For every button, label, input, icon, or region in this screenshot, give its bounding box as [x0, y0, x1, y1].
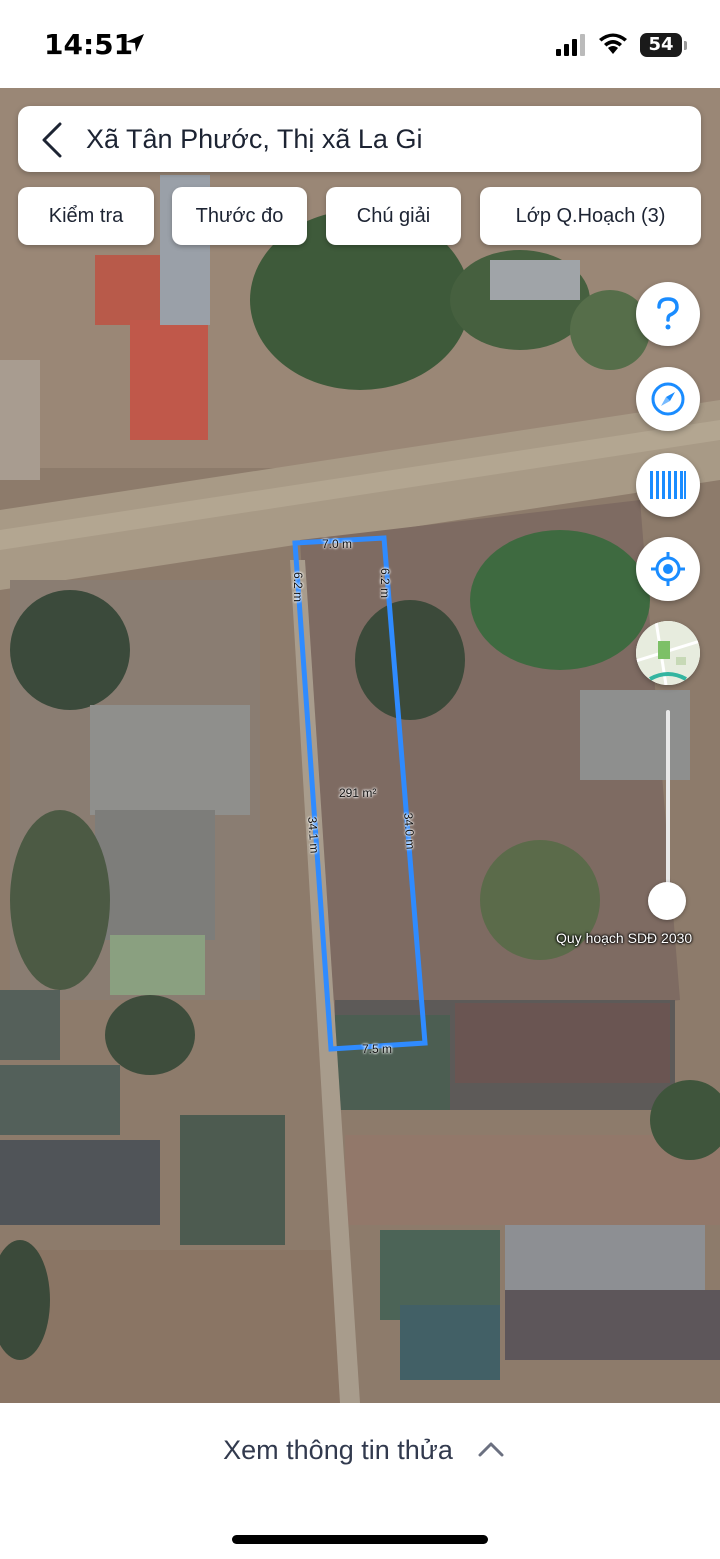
parcel-area-label: 291 m²: [339, 786, 377, 800]
parcel-info-sheet[interactable]: Xem thông tin thửa: [0, 1403, 720, 1559]
locate-icon: [651, 552, 685, 586]
battery-tip: [684, 41, 687, 50]
parcel-top-edge-label: 7.0 m: [322, 537, 353, 551]
battery-indicator: 54: [640, 33, 682, 57]
check-button[interactable]: Kiểm tra: [18, 187, 154, 245]
planning-layer-label: Quy hoạch SDĐ 2030: [556, 930, 693, 946]
compass-button[interactable]: [636, 367, 700, 431]
parcel-outline[interactable]: [0, 88, 720, 1403]
wifi-icon: [599, 33, 627, 54]
planning-opacity-slider-track[interactable]: [666, 710, 670, 890]
question-mark-icon: [657, 297, 679, 330]
location-arrow-icon: [126, 34, 144, 52]
help-button[interactable]: [636, 282, 700, 346]
location-search-bar[interactable]: Xã Tân Phước, Thị xã La Gi: [18, 106, 701, 172]
planning-layers-button[interactable]: Lớp Q.Hoạch (3): [480, 187, 701, 245]
compass-icon: [651, 382, 685, 416]
clock: 14:51: [44, 28, 134, 61]
chevron-up-icon[interactable]: [478, 1441, 504, 1457]
back-chevron-icon[interactable]: [40, 122, 66, 158]
parcel-left-edge-label: 34.1 m: [305, 816, 322, 854]
locate-me-button[interactable]: [636, 537, 700, 601]
ruler-button[interactable]: Thước đo: [172, 187, 307, 245]
home-indicator: [232, 1535, 488, 1544]
parcel-left-top-label: 6.2 m: [291, 571, 306, 603]
legend-button[interactable]: Chú giải: [326, 187, 461, 245]
parcel-right-edge-label: 34.0 m: [401, 812, 418, 850]
planning-opacity-slider-thumb[interactable]: [648, 882, 686, 920]
location-title: Xã Tân Phước, Thị xã La Gi: [86, 124, 423, 154]
parcel-info-text: Xem thông tin thửa: [223, 1435, 453, 1465]
barcode-button[interactable]: [636, 453, 700, 517]
status-bar: 14:51 54: [0, 0, 720, 88]
cellular-signal-icon: [556, 34, 585, 56]
map-thumbnail-icon: [636, 621, 700, 685]
satellite-map[interactable]: [0, 88, 720, 1403]
barcode-icon: [650, 471, 686, 499]
parcel-right-top-label: 6.2 m: [378, 567, 393, 599]
parcel-info-label[interactable]: Xem thông tin thửa: [0, 1435, 720, 1466]
layer-thumbnail-button[interactable]: [636, 621, 700, 685]
parcel-bottom-edge-label: 7.5 m: [362, 1042, 393, 1056]
